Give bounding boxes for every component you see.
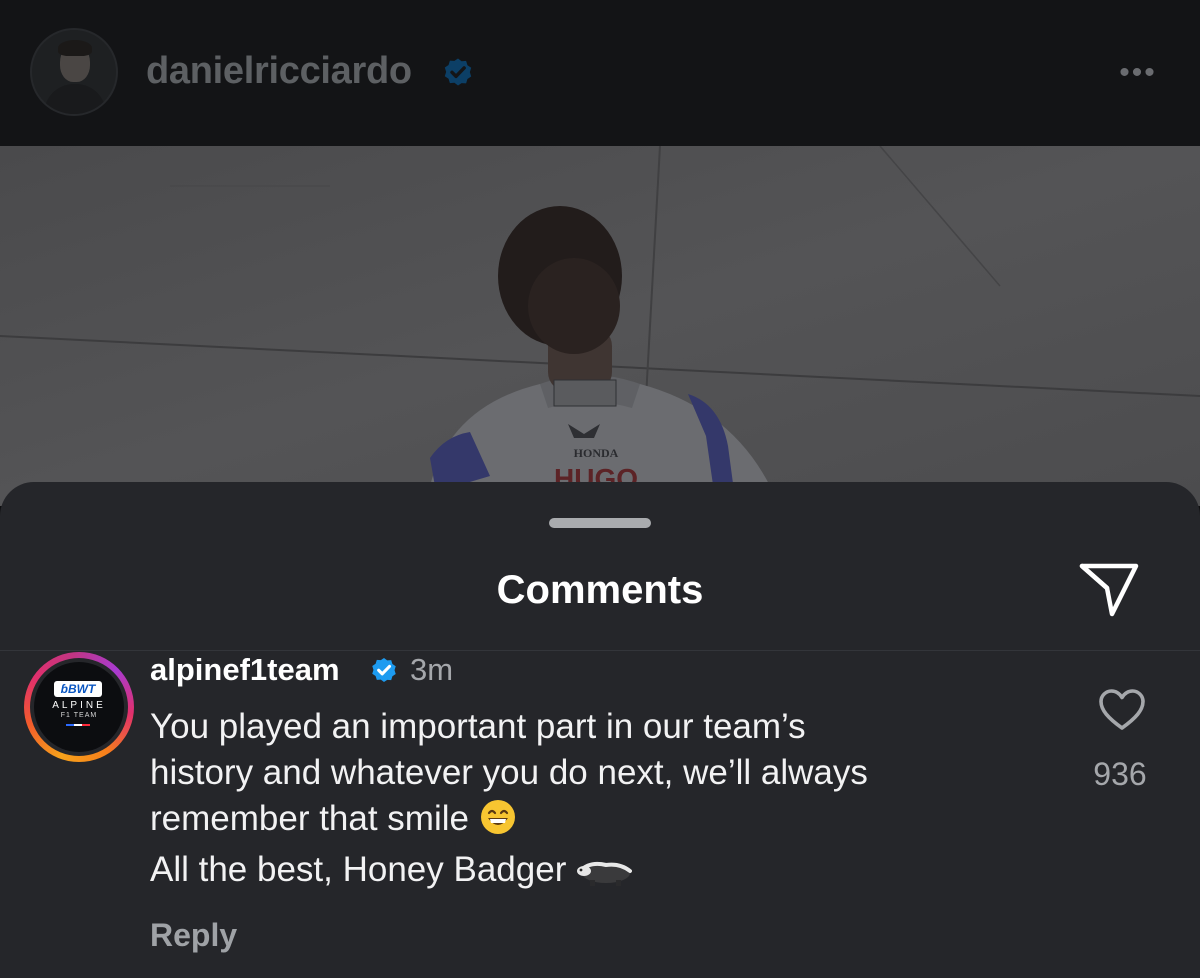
verified-badge-icon [444, 58, 472, 86]
sheet-drag-handle[interactable] [549, 518, 651, 528]
tricolor-stripe [66, 724, 90, 726]
verified-badge-icon [372, 658, 396, 682]
comment-text-line-3: remember that smile [150, 796, 1050, 842]
comment-username[interactable]: alpinef1team [150, 652, 340, 688]
reply-button[interactable]: Reply [150, 917, 237, 954]
post-photo-illustration: HONDA HUGO [0, 146, 1200, 506]
instagram-comments-screen: danielricciardo ••• HONDA HUGO Comments … [0, 0, 1200, 978]
comment-second-paragraph: All the best, Honey Badger [150, 850, 633, 890]
send-icon[interactable] [1076, 558, 1142, 620]
bwt-logo: ɓBWT [54, 681, 102, 697]
alpine-logo-text: ALPINE [52, 700, 106, 711]
more-options-icon[interactable]: ••• [1112, 56, 1164, 89]
profile-avatar[interactable] [30, 28, 118, 116]
comment-text: You played an important part in our team… [150, 704, 1050, 842]
post-header: danielricciardo ••• [0, 0, 1200, 146]
sheet-divider [0, 650, 1200, 651]
post-photo[interactable]: HONDA HUGO [0, 146, 1200, 506]
grinning-face-emoji [480, 800, 515, 834]
badger-emoji [577, 861, 633, 886]
f1-team-text: F1 TEAM [60, 712, 98, 719]
jersey-honda-text: HONDA [574, 446, 619, 460]
comments-title: Comments [496, 568, 704, 612]
comment-text-line-1: You played an important part in our team… [150, 707, 806, 746]
comment-text-line-2: history and whatever you do next, we’ll … [150, 753, 868, 792]
heart-icon[interactable] [1098, 688, 1146, 732]
comment-timestamp: 3m [410, 652, 454, 687]
like-count: 936 [1093, 756, 1147, 792]
post-author-username[interactable]: danielricciardo [146, 50, 412, 93]
